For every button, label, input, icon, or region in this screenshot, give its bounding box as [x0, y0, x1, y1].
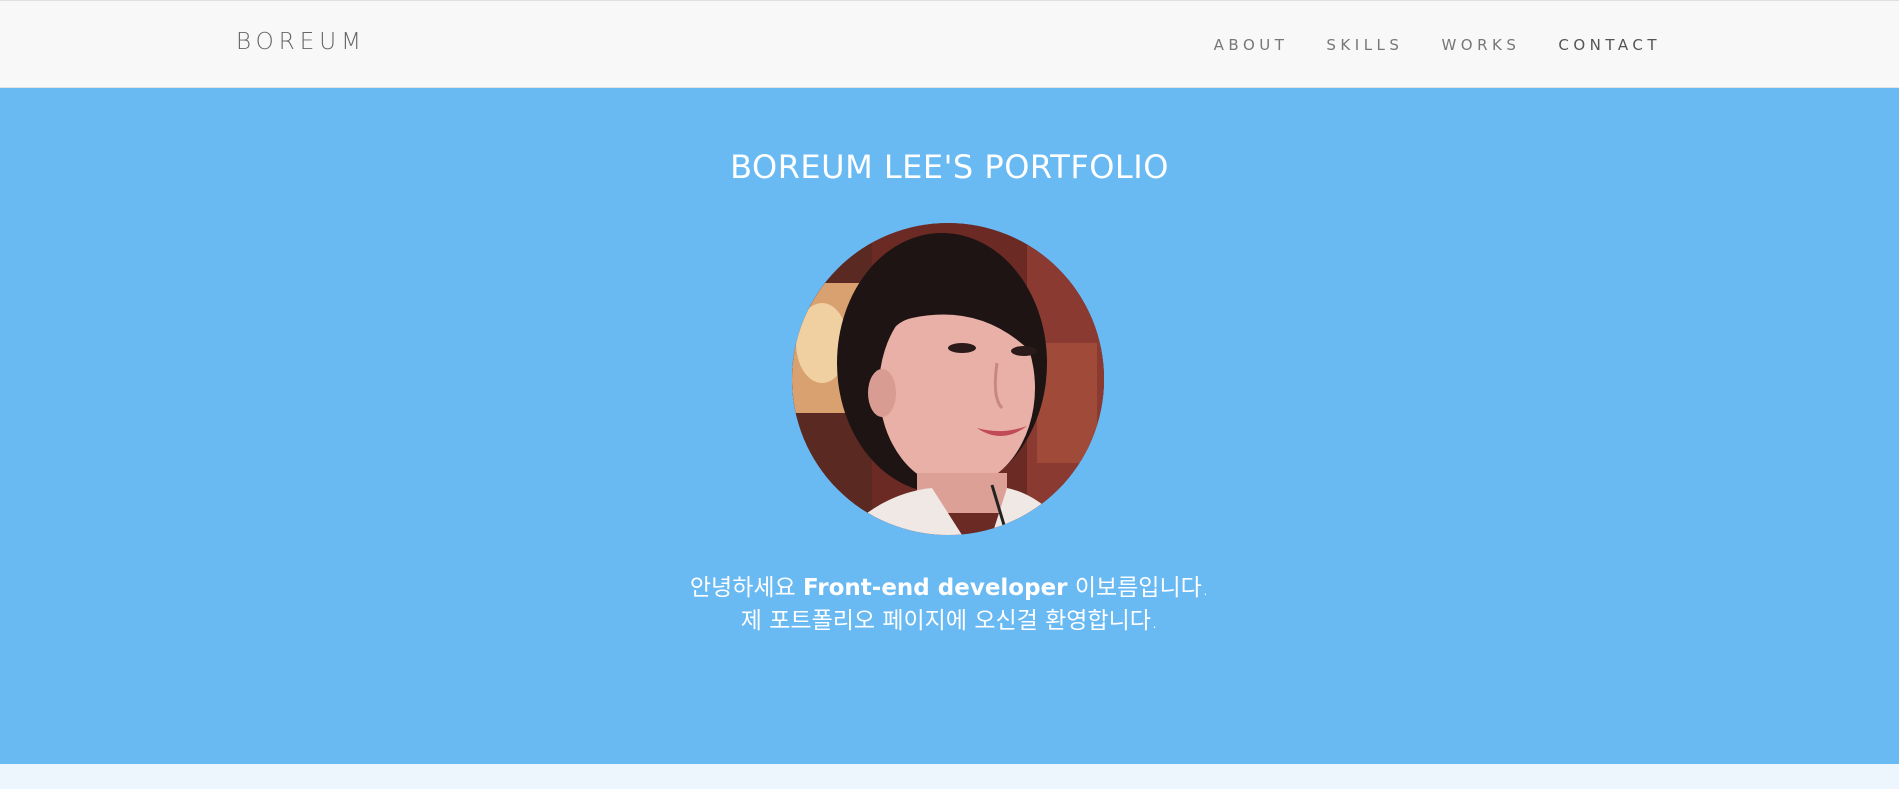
main-nav: ABOUT SKILLS WORKS CONTACT — [1214, 36, 1661, 54]
hero-section: BOREUM LEE'S PORTFOLIO 안녕하세요 Front-end d… — [0, 88, 1899, 764]
intro-name: 이보름입니다. — [1074, 575, 1210, 601]
nav-item-skills[interactable]: SKILLS — [1326, 36, 1403, 54]
top-navbar: BOREUM ABOUT SKILLS WORKS CONTACT — [0, 0, 1899, 88]
nav-item-works[interactable]: WORKS — [1441, 36, 1520, 54]
brand-logo[interactable]: BOREUM — [236, 29, 366, 55]
intro-text: 안녕하세요 Front-end developer 이보름입니다. 제 포트폴리… — [0, 572, 1899, 638]
nav-item-about[interactable]: ABOUT — [1214, 36, 1289, 54]
profile-photo-image — [792, 223, 1104, 535]
nav-item-contact[interactable]: CONTACT — [1558, 36, 1661, 54]
next-section-strip — [0, 764, 1899, 789]
profile-photo — [792, 223, 1104, 535]
hero-title: BOREUM LEE'S PORTFOLIO — [730, 148, 1169, 186]
intro-greeting: 안녕하세요 — [689, 575, 796, 601]
intro-line-2: 제 포트폴리오 페이지에 오신걸 환영합니다. — [740, 608, 1159, 634]
intro-line-1: 안녕하세요 Front-end developer 이보름입니다. — [0, 572, 1899, 605]
intro-role: Front-end developer — [803, 575, 1068, 601]
